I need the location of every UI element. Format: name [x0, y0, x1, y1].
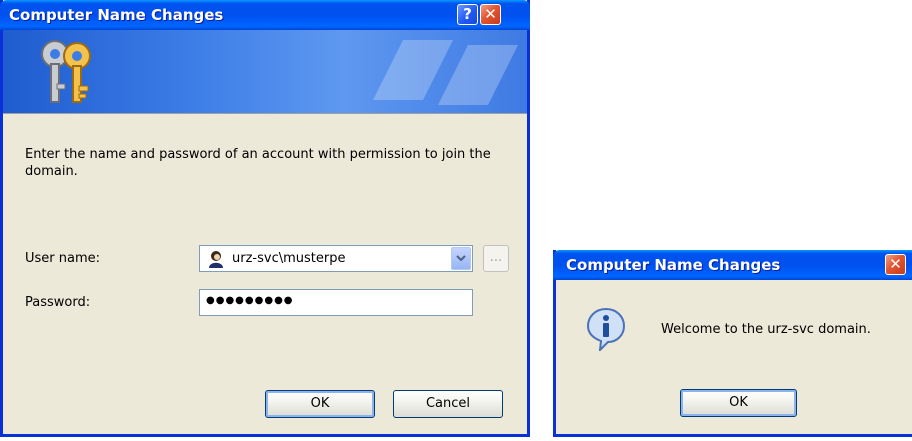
- username-combobox[interactable]: urz-svc\musterpe: [199, 245, 473, 272]
- user-icon: [209, 251, 223, 268]
- welcome-message: Welcome to the urz-svc domain.: [661, 322, 871, 337]
- username-value: urz-svc\musterpe: [232, 251, 346, 266]
- banner-watermark-icon: [373, 40, 518, 105]
- welcome-dialog-title: Computer Name Changes: [566, 256, 781, 274]
- username-label: User name:: [25, 251, 101, 266]
- help-button[interactable]: ?: [457, 4, 478, 25]
- welcome-close-button[interactable]: ✕: [885, 254, 906, 275]
- login-dialog: Computer Name Changes ? ✕ Enter the name…: [0, 0, 530, 437]
- keys-icon: [41, 40, 91, 103]
- password-field[interactable]: ●●●●●●●●●: [199, 289, 473, 316]
- cancel-button[interactable]: Cancel: [393, 390, 503, 418]
- dropdown-button[interactable]: [451, 247, 471, 270]
- password-value: ●●●●●●●●●: [206, 295, 294, 306]
- welcome-dialog: Computer Name Changes ✕ Welcome to the u…: [553, 250, 912, 437]
- chevron-down-icon: [456, 255, 466, 262]
- browse-button[interactable]: ...: [483, 245, 509, 272]
- header-banner: [3, 30, 527, 114]
- welcome-ok-button[interactable]: OK: [680, 389, 797, 417]
- instruction-text: Enter the name and password of an accoun…: [25, 147, 491, 179]
- welcome-dialog-titlebar[interactable]: Computer Name Changes ✕: [553, 250, 912, 280]
- close-button[interactable]: ✕: [480, 4, 501, 25]
- login-dialog-titlebar[interactable]: Computer Name Changes ? ✕: [0, 0, 530, 30]
- login-dialog-title: Computer Name Changes: [9, 6, 224, 24]
- info-icon: [586, 307, 626, 351]
- ok-button[interactable]: OK: [265, 390, 375, 418]
- password-label: Password:: [25, 295, 91, 310]
